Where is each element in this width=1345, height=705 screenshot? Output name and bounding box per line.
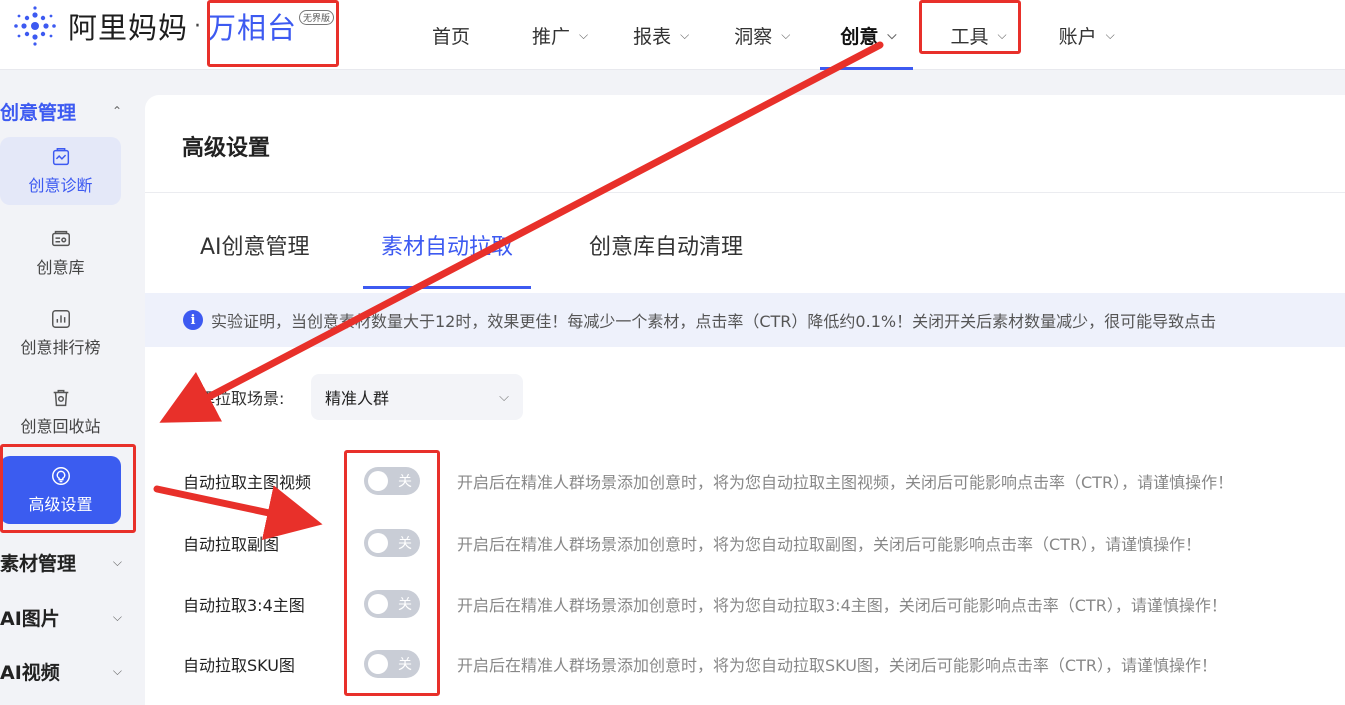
top-navigation-bar: 阿里妈妈 · 万相台 无界版 首页 推广 ⌵ 报表 ⌵ 洞察 ⌵ 创意 ⌵ 工具… [0, 0, 1345, 70]
chevron-down-icon: ⌵ [112, 663, 122, 678]
nav-label: 账户 [1058, 25, 1097, 48]
sidebar-item-label: 创意诊断 [28, 176, 93, 195]
sidebar-group-ai-video[interactable]: AI视频 ⌵ [0, 655, 130, 687]
scene-select[interactable]: 精准人群 ⌵ [311, 374, 523, 420]
setting-label: 自动拉取主图视频 [183, 473, 312, 492]
setting-row: 自动拉取SKU图 关 开启后在精准人群场景添加创意时，将为您自动拉取SKU图，关… [145, 644, 1345, 684]
active-tab-indicator [363, 286, 531, 289]
chevron-down-icon: ⌵ [112, 609, 122, 624]
recycle-bin-icon [53, 389, 68, 407]
alimama-logo-icon [14, 6, 56, 46]
sidebar: 创意管理 ⌃ 创意诊断 创意库 创意排行榜 创意回收站 高级设置 素材管理 ⌵ … [0, 71, 145, 705]
setting-row: 自动拉取主图视频 关 开启后在精准人群场景添加创意时，将为您自动拉取主图视频，关… [145, 461, 1345, 501]
notice-text: 实验证明，当创意素材数量大于12时，效果更佳！每减少一个素材，点击率（CTR）降… [211, 312, 1217, 331]
sidebar-item-creative-library[interactable]: 创意库 [0, 219, 121, 287]
nav-creative[interactable]: 创意 ⌵ [820, 0, 913, 70]
settings-tabs: AI创意管理 素材自动拉取 创意库自动清理 [145, 193, 1345, 291]
setting-label: 自动拉取副图 [183, 535, 280, 554]
info-notice: i 实验证明，当创意素材数量大于12时，效果更佳！每减少一个素材，点击率（CTR… [145, 293, 1345, 347]
tab-library-auto-cleanup[interactable]: 创意库自动清理 [589, 229, 743, 261]
sidebar-item-creative-diagnosis[interactable]: 创意诊断 [0, 137, 121, 205]
group-label: AI视频 [0, 661, 60, 684]
nav-label: 推广 [532, 25, 571, 48]
chevron-down-icon: ⌵ [680, 27, 690, 42]
logo-separator: · [194, 13, 202, 39]
diagnosis-icon [52, 148, 69, 166]
chevron-down-icon: ⌵ [499, 389, 509, 405]
chevron-down-icon: ⌵ [887, 27, 897, 42]
chevron-down-icon: ⌵ [579, 27, 589, 42]
chevron-up-icon: ⌃ [111, 104, 122, 118]
nav-label: 首页 [432, 25, 471, 48]
scene-label: 选择拉取场景: [183, 389, 285, 408]
setting-label: 自动拉取SKU图 [183, 656, 295, 675]
sidebar-group-ai-image[interactable]: AI图片 ⌵ [0, 601, 130, 633]
annotation-box-creative-nav [919, 0, 1021, 54]
scene-select-value: 精准人群 [325, 389, 390, 408]
setting-label: 自动拉取3:4主图 [183, 596, 305, 615]
setting-row: 自动拉取3:4主图 关 开启后在精准人群场景添加创意时，将为您自动拉取3:4主图… [145, 584, 1345, 624]
nav-label: 洞察 [734, 25, 773, 48]
annotation-box-advanced-settings [0, 444, 136, 533]
nav-promotion[interactable]: 推广 ⌵ [532, 0, 588, 70]
tab-auto-pull-materials[interactable]: 素材自动拉取 [381, 229, 513, 261]
sidebar-item-label: 创意库 [36, 258, 85, 277]
info-icon: i [183, 310, 203, 330]
settings-panel: 高级设置 AI创意管理 素材自动拉取 创意库自动清理 i 实验证明，当创意素材数… [145, 95, 1345, 705]
chevron-down-icon: ⌵ [112, 554, 122, 569]
setting-description: 开启后在精准人群场景添加创意时，将为您自动拉取主图视频，关闭后可能影响点击率（C… [457, 473, 1234, 492]
setting-description: 开启后在精准人群场景添加创意时，将为您自动拉取3:4主图，关闭后可能影响点击率（… [457, 596, 1227, 615]
setting-description: 开启后在精准人群场景添加创意时，将为您自动拉取副图，关闭后可能影响点击率（CTR… [457, 535, 1202, 554]
nav-label: 创意 [840, 25, 879, 48]
annotation-box-brand [207, 0, 339, 67]
sidebar-group-creative-management[interactable]: 创意管理 ⌃ [0, 95, 130, 127]
sidebar-item-recycle-bin[interactable]: 创意回收站 [0, 378, 121, 446]
nav-label: 报表 [633, 25, 672, 48]
chevron-down-icon: ⌵ [1105, 27, 1115, 42]
setting-row: 自动拉取副图 关 开启后在精准人群场景添加创意时，将为您自动拉取副图，关闭后可能… [145, 523, 1345, 563]
nav-home[interactable]: 首页 [432, 0, 470, 70]
setting-description: 开启后在精准人群场景添加创意时，将为您自动拉取SKU图，关闭后可能影响点击率（C… [457, 656, 1217, 675]
nav-insights[interactable]: 洞察 ⌵ [734, 0, 790, 70]
logo-text: 阿里妈妈 [68, 11, 189, 45]
nav-account[interactable]: 账户 ⌵ [1059, 0, 1115, 70]
page-title: 高级设置 [182, 136, 271, 161]
sidebar-item-label: 创意排行榜 [20, 338, 101, 357]
sidebar-item-label: 创意回收站 [20, 417, 101, 436]
annotation-box-toggles [344, 450, 440, 696]
ranking-icon [51, 310, 70, 328]
sidebar-item-creative-ranking[interactable]: 创意排行榜 [0, 299, 121, 367]
group-label: 素材管理 [0, 552, 77, 575]
group-label: AI图片 [0, 607, 60, 630]
chevron-down-icon: ⌵ [781, 27, 791, 42]
tab-ai-creative-management[interactable]: AI创意管理 [200, 229, 310, 261]
sidebar-group-material-management[interactable]: 素材管理 ⌵ [0, 546, 130, 578]
nav-reports[interactable]: 报表 ⌵ [633, 0, 689, 70]
group-label: 创意管理 [0, 101, 77, 124]
library-icon [51, 230, 70, 247]
